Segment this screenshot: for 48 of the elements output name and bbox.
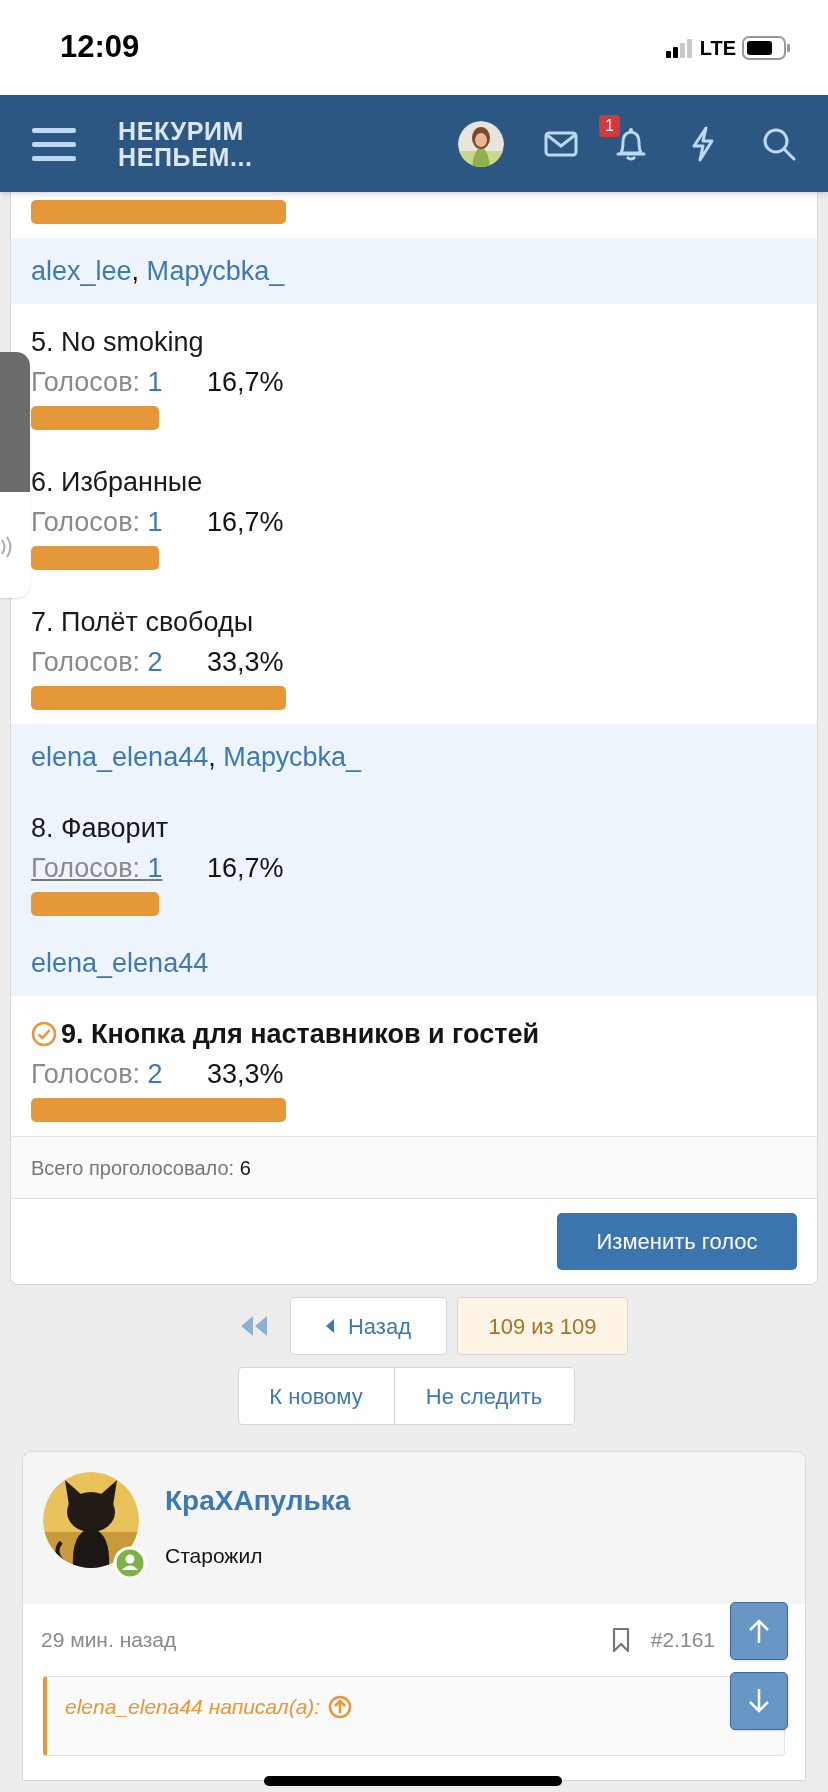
back-button[interactable]: Назад <box>290 1297 447 1355</box>
change-vote-button[interactable]: Изменить голос <box>557 1213 797 1270</box>
author-name[interactable]: КраХАпулька <box>165 1480 351 1522</box>
unwatch-button[interactable]: Не следить <box>394 1367 575 1425</box>
option-title: 5. No smoking <box>31 325 204 359</box>
site-logo[interactable]: НЕКУРИМ НЕПЬЕМ... <box>118 117 253 170</box>
quote-author: elena_elena44 написал(а): <box>65 1694 321 1720</box>
online-status-icon <box>113 1546 147 1580</box>
voters-list: alex_lee, Марусbka_ <box>31 250 285 292</box>
mail-icon[interactable] <box>544 130 578 157</box>
vote-percent: 33,3% <box>207 1057 284 1091</box>
post-time: 29 мин. назад <box>41 1627 177 1654</box>
option-title: 9. Кнопка для наставников и гостей <box>61 1017 539 1051</box>
notification-count-badge: 1 <box>599 114 620 137</box>
vote-percent: 16,7% <box>207 505 284 539</box>
scroll-up-button[interactable] <box>730 1602 788 1660</box>
page-indicator-button[interactable]: 109 из 109 <box>457 1297 628 1355</box>
option-title: 8. Фаворит <box>31 811 169 845</box>
left-arrow-icon <box>325 1319 334 1333</box>
up-arrow-icon <box>747 1618 771 1644</box>
votes-link[interactable]: Голосов: 2 <box>31 641 207 683</box>
down-arrow-icon <box>747 1688 771 1714</box>
clock-time: 12:09 <box>60 28 140 67</box>
votes-link[interactable]: Голосов: 1 <box>31 361 207 403</box>
votes-link[interactable]: Голосов: 1 <box>31 847 207 889</box>
vote-percent: 16,7% <box>207 851 284 885</box>
search-icon[interactable] <box>762 126 796 161</box>
scroll-down-button[interactable] <box>730 1672 788 1730</box>
voters-list: elena_elena44 <box>31 942 209 984</box>
vote-percent: 16,7% <box>207 365 284 399</box>
lightning-icon[interactable] <box>690 125 716 162</box>
post-number[interactable]: #2.161 <box>650 1624 715 1656</box>
menu-icon[interactable] <box>32 125 76 162</box>
votes-link[interactable]: Голосов: 2 <box>31 1053 207 1095</box>
notifications-icon[interactable] <box>616 126 646 161</box>
sound-icon <box>0 534 14 560</box>
bookmark-icon[interactable] <box>610 1627 631 1653</box>
author-rank: Старожил <box>165 1543 264 1569</box>
vote-percent: 33,3% <box>207 645 284 679</box>
option-title: 6. Избранные <box>31 465 203 499</box>
new-posts-button[interactable]: К новому <box>237 1367 395 1425</box>
signal-icon <box>665 37 694 58</box>
votes-link[interactable]: Голосов: 1 <box>31 501 207 543</box>
voters-list: elena_elena44, Марусbka_ <box>31 736 361 778</box>
total-voters-text: Всего проголосовало: 6 <box>31 1155 251 1181</box>
option-title: 7. Полёт свободы <box>31 605 254 639</box>
battery-icon <box>742 35 790 60</box>
network-label: LTE <box>699 35 736 61</box>
